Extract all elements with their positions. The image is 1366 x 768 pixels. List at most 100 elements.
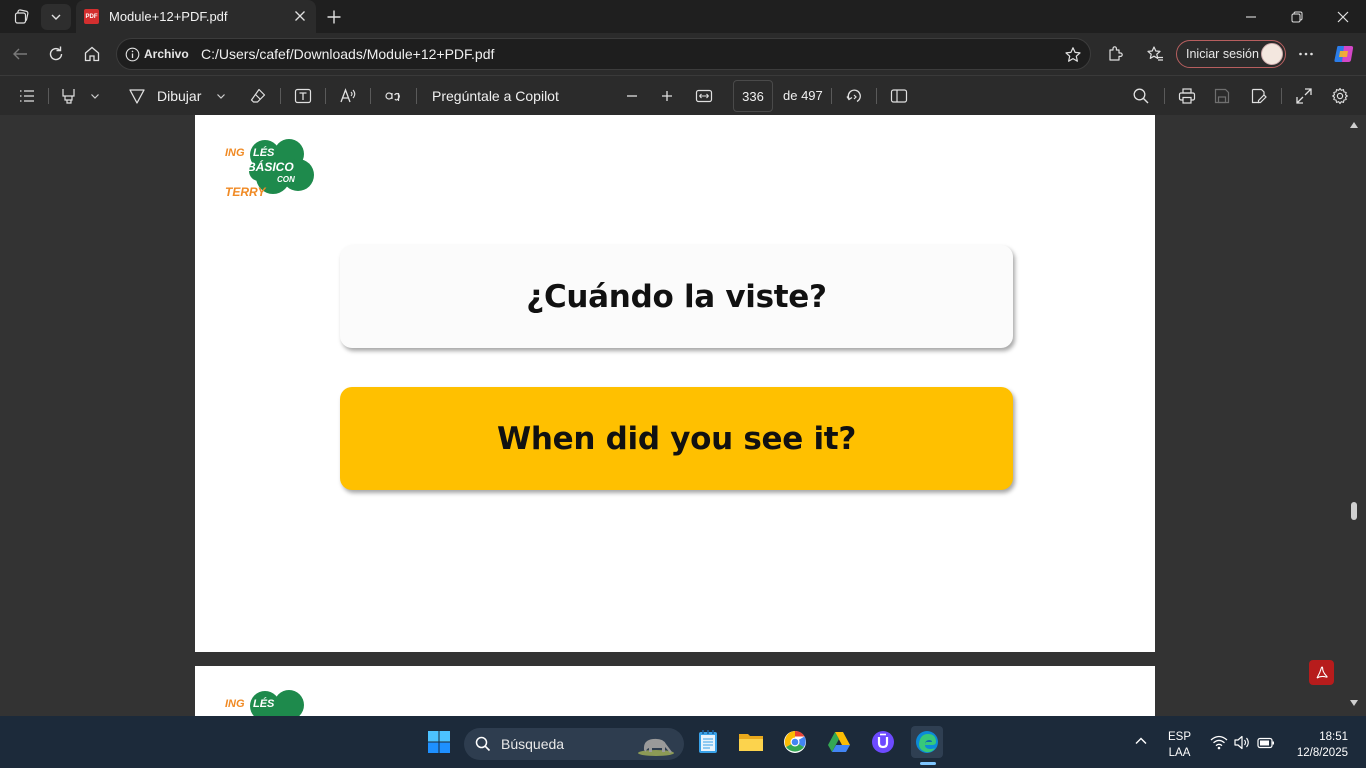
show-hidden-icons-chevron-icon[interactable]: [1134, 734, 1148, 748]
url-text[interactable]: C:/Users/cafef/Downloads/Module+12+PDF.p…: [201, 46, 494, 62]
proton-vpn-icon[interactable]: [867, 726, 899, 758]
print-icon[interactable]: [1176, 82, 1198, 110]
logo-word-con: CON: [277, 175, 295, 184]
toolbar-divider: [831, 88, 832, 104]
favorite-star-icon[interactable]: [1064, 46, 1082, 64]
title-bar: PDF Module+12+PDF.pdf: [0, 0, 1366, 33]
google-chrome-icon[interactable]: [779, 726, 811, 758]
eraser-icon[interactable]: [247, 82, 269, 110]
scrollbar-thumb[interactable]: [1351, 502, 1357, 520]
pdf-file-icon: PDF: [84, 9, 99, 24]
more-options-icon[interactable]: [1290, 39, 1322, 69]
ingles-basico-con-terry-logo: ING LÉS: [225, 688, 315, 716]
volume-icon[interactable]: [1234, 735, 1250, 750]
wifi-icon[interactable]: [1210, 735, 1228, 750]
minimize-icon[interactable]: [1228, 0, 1274, 33]
draw-options-chevron-icon[interactable]: [214, 82, 228, 110]
tab-active[interactable]: PDF Module+12+PDF.pdf: [76, 0, 316, 33]
highlight-options-chevron-icon[interactable]: [88, 82, 102, 110]
avatar: [1261, 43, 1283, 65]
notepad-icon[interactable]: [692, 726, 724, 758]
logo-word-terry: TERRY: [225, 185, 266, 199]
google-drive-icon[interactable]: [823, 726, 855, 758]
ask-copilot-button[interactable]: Pregúntale a Copilot: [432, 82, 559, 110]
logo-word-ing: ING: [225, 147, 245, 159]
active-app-indicator: [920, 762, 936, 765]
address-bar[interactable]: Archivo C:/Users/cafef/Downloads/Module+…: [116, 38, 1091, 70]
info-icon[interactable]: [125, 47, 140, 62]
pdf-page-next: ING LÉS: [195, 666, 1155, 716]
extensions-icon[interactable]: [1099, 39, 1131, 69]
pdf-toolbar: Dibujar Pregúntale a Copilot de 497: [0, 75, 1366, 115]
tab-actions-chevron-icon[interactable]: [41, 4, 71, 30]
page-view-icon[interactable]: [888, 82, 910, 110]
close-window-icon[interactable]: [1320, 0, 1366, 33]
vertical-scrollbar[interactable]: [1348, 115, 1360, 716]
toolbar-divider: [325, 88, 326, 104]
clock-time: 18:51: [1319, 731, 1348, 743]
scroll-up-arrow-icon[interactable]: [1350, 121, 1358, 129]
ingles-basico-con-terry-logo: ING LÉS BÁSICO CON TERRY: [225, 137, 315, 207]
close-tab-icon[interactable]: [292, 8, 308, 24]
system-clock[interactable]: 18:51 12/8/2025: [1282, 729, 1348, 761]
zoom-in-icon[interactable]: [656, 82, 678, 110]
back-icon[interactable]: [4, 39, 36, 69]
save-as-icon[interactable]: [1248, 82, 1270, 110]
logo-word-basico: BÁSICO: [247, 160, 294, 174]
restore-icon[interactable]: [1274, 0, 1320, 33]
favorites-icon[interactable]: [1139, 39, 1171, 69]
draw-label: Dibujar: [157, 88, 202, 104]
microsoft-edge-icon[interactable]: [911, 726, 943, 758]
english-phrase-card: When did you see it?: [340, 387, 1013, 490]
navigation-bar: Archivo C:/Users/cafef/Downloads/Module+…: [0, 33, 1366, 75]
add-text-icon[interactable]: [292, 82, 314, 110]
page-number-input[interactable]: [733, 80, 773, 112]
toolbar-divider: [876, 88, 877, 104]
taskbar-search-box[interactable]: Búsqueda: [464, 728, 684, 760]
input-language-indicator[interactable]: ESP LAA: [1168, 729, 1191, 761]
search-icon: [475, 736, 491, 752]
fullscreen-icon[interactable]: [1293, 82, 1315, 110]
save-icon[interactable]: [1211, 82, 1233, 110]
spanish-phrase: ¿Cuándo la viste?: [526, 278, 827, 315]
zoom-out-icon[interactable]: [621, 82, 643, 110]
toolbar-divider: [1281, 88, 1282, 104]
windows-start-icon[interactable]: [423, 726, 455, 758]
spanish-phrase-card: ¿Cuándo la viste?: [340, 245, 1013, 348]
keyboard-layout-code: LAA: [1168, 747, 1191, 759]
workspaces-icon[interactable]: [7, 4, 37, 30]
file-explorer-icon[interactable]: [735, 726, 767, 758]
sign-in-button[interactable]: Iniciar sesión: [1176, 40, 1286, 68]
highlight-icon[interactable]: [58, 82, 80, 110]
contents-list-icon[interactable]: [16, 82, 38, 110]
ask-copilot-label: Pregúntale a Copilot: [432, 88, 559, 104]
toolbar-divider: [370, 88, 371, 104]
clock-date: 12/8/2025: [1296, 747, 1348, 759]
translate-icon[interactable]: [381, 82, 405, 110]
draw-button[interactable]: Dibujar: [157, 82, 201, 110]
draw-icon[interactable]: [126, 82, 148, 110]
home-icon[interactable]: [76, 39, 108, 69]
rotate-icon[interactable]: [843, 82, 865, 110]
fit-width-icon[interactable]: [693, 82, 715, 110]
site-info-label[interactable]: Archivo: [144, 47, 189, 61]
taskbar: Búsqueda ESP LAA 18:51 12/8/2025: [0, 716, 1366, 768]
pdf-page: ING LÉS BÁSICO CON TERRY ¿Cuándo la vist…: [195, 115, 1155, 652]
logo-word-ing: ING: [225, 698, 245, 710]
refresh-icon[interactable]: [40, 39, 72, 69]
search-icon[interactable]: [1130, 82, 1152, 110]
pdf-viewer[interactable]: ING LÉS BÁSICO CON TERRY ¿Cuándo la vist…: [0, 115, 1366, 716]
scroll-down-arrow-icon[interactable]: [1350, 699, 1358, 707]
settings-gear-icon[interactable]: [1329, 82, 1351, 110]
search-label: Búsqueda: [501, 736, 565, 752]
logo-word-les: LÉS: [253, 698, 275, 710]
copilot-icon[interactable]: [1328, 39, 1360, 69]
tab-title: Module+12+PDF.pdf: [109, 9, 228, 24]
english-phrase: When did you see it?: [496, 420, 857, 457]
read-aloud-icon[interactable]: [337, 82, 359, 110]
new-tab-icon[interactable]: [319, 4, 349, 30]
toolbar-divider: [48, 88, 49, 104]
search-highlight-elephant-icon: [636, 732, 676, 756]
acrobat-icon[interactable]: [1309, 660, 1334, 685]
battery-icon[interactable]: [1257, 737, 1275, 749]
